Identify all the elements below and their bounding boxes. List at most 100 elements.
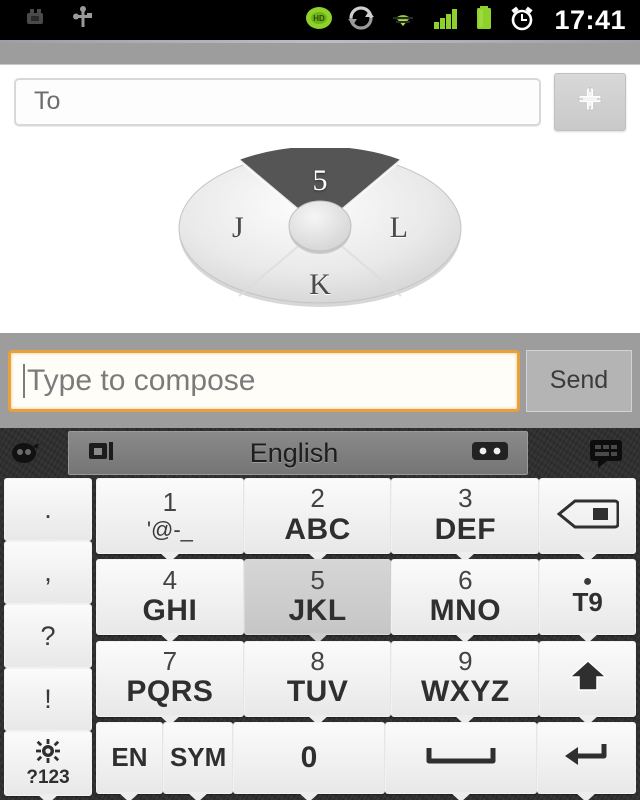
key-4-number: 4 (162, 564, 178, 595)
key-space[interactable] (385, 721, 537, 794)
key-question-label: ? (40, 620, 56, 651)
shift-up-arrow-icon (567, 658, 608, 699)
compose-placeholder: Type to compose (27, 363, 256, 397)
voice-input-icon[interactable] (584, 428, 634, 478)
emoticon-icon[interactable] (469, 438, 511, 469)
key-9-number: 9 (458, 646, 473, 676)
send-button-label: Send (549, 366, 609, 394)
backspace-icon (556, 499, 620, 534)
key-t9[interactable]: ● T9 (539, 559, 637, 636)
language-label: English (249, 437, 339, 468)
settings-circle-icon[interactable] (0, 438, 52, 468)
key-6-number: 6 (458, 564, 473, 595)
keyboard-toolbar: English (0, 428, 640, 478)
key-language[interactable]: EN (96, 721, 163, 794)
usb-icon (70, 5, 96, 36)
key-2[interactable]: 2 ABC (243, 478, 392, 554)
title-band (0, 43, 640, 65)
key-question[interactable]: ? (4, 604, 92, 668)
recipient-row: To (0, 65, 640, 138)
key-1-number: 1 (162, 487, 178, 518)
key-9[interactable]: 9 WXYZ (391, 640, 540, 717)
keypad-row-3: 7 PQRS 8 TUV 9 WXYZ (96, 640, 637, 717)
enter-arrow-icon (562, 740, 610, 775)
key-4-letters: GHI (142, 593, 198, 627)
key-6-letters: MNO (429, 593, 502, 627)
keyboard-mode-icon[interactable] (85, 436, 119, 471)
svg-text:HD: HD (314, 14, 326, 23)
key-5[interactable]: 5 JKL (243, 559, 392, 636)
key-1[interactable]: 1 '@-_ (96, 478, 244, 554)
compose-input[interactable]: Type to compose (8, 349, 520, 412)
radial-option-top[interactable]: 5 (313, 164, 328, 198)
alarm-icon (507, 4, 537, 37)
key-0[interactable]: 0 (233, 721, 386, 794)
key-1-symbols: '@-_ (146, 516, 193, 542)
key-7[interactable]: 7 PQRS (96, 640, 244, 717)
keypad-row-2: 4 GHI 5 JKL 6 MNO ● T9 (96, 559, 637, 636)
key-settings-label: ?123 (26, 766, 70, 788)
key-period-label: . (44, 494, 52, 525)
key-7-letters: PQRS (126, 675, 214, 709)
radial-option-right[interactable]: L (390, 211, 408, 245)
key-0-label: 0 (300, 740, 318, 774)
radial-option-bottom[interactable]: K (309, 268, 331, 302)
status-bar-right-icons: HD 17:41 (304, 4, 640, 37)
key-language-label: EN (111, 742, 148, 773)
keypad-row-1: 1 '@-_ 2 ABC 3 DEF (96, 478, 637, 554)
phone-screen: HD 17:41 To 5 J L K Type to compose Send… (0, 0, 640, 800)
key-8-number: 8 (310, 646, 325, 676)
add-contact-button[interactable] (554, 72, 626, 131)
key-7-number: 7 (162, 646, 178, 676)
keyboard-grid: . , ? ! ?123 1 '@-_ 2 ABC 3 DEF 4 GHI 5 … (0, 478, 640, 800)
punctuation-column: . , ? ! ?123 (4, 478, 92, 796)
radial-selector-area: 5 J L K (0, 138, 640, 333)
sync-icon (347, 5, 375, 36)
data-connection-icon: HD (304, 4, 334, 37)
key-symbols[interactable]: SYM (162, 721, 234, 794)
signal-icon (431, 5, 461, 36)
status-bar-clock: 17:41 (554, 4, 626, 35)
key-3[interactable]: 3 DEF (391, 478, 540, 554)
key-t9-label: T9 (572, 586, 603, 617)
gear-icon (35, 738, 61, 769)
key-2-number: 2 (310, 483, 325, 514)
key-3-letters: DEF (434, 512, 497, 546)
key-exclamation-label: ! (44, 683, 52, 714)
status-bar: HD 17:41 (0, 0, 640, 40)
radial-option-left[interactable]: J (232, 211, 244, 245)
recipient-input[interactable]: To (14, 77, 541, 126)
numeric-keypad: 1 '@-_ 2 ABC 3 DEF 4 GHI 5 JKL 6 MNO ● T… (96, 478, 637, 796)
keypad-bottom-row: EN SYM 0 (96, 721, 636, 796)
recipient-placeholder: To (34, 87, 61, 115)
key-settings[interactable]: ?123 (4, 730, 92, 796)
key-comma-label: , (44, 557, 52, 588)
key-4[interactable]: 4 GHI (96, 559, 244, 636)
battery-icon (474, 4, 494, 37)
key-exclamation[interactable]: ! (4, 667, 92, 731)
key-enter[interactable] (536, 721, 636, 794)
dot-icon: ● (582, 573, 593, 591)
space-bar-icon (425, 742, 497, 773)
key-5-number: 5 (310, 564, 325, 595)
usb-debug-icon (22, 5, 48, 36)
key-2-letters: ABC (284, 512, 351, 546)
send-button[interactable]: Send (526, 349, 632, 412)
plus-icon (573, 82, 607, 121)
key-backspace[interactable] (539, 478, 637, 554)
key-8-letters: TUV (286, 675, 349, 709)
language-strip[interactable]: English (68, 431, 528, 475)
key-6[interactable]: 6 MNO (391, 559, 540, 636)
key-8[interactable]: 8 TUV (243, 640, 392, 717)
key-symbols-label: SYM (169, 742, 227, 773)
key-9-letters: WXYZ (421, 675, 510, 709)
status-bar-left-icons (0, 5, 96, 36)
onscreen-keyboard: English . , ? ! ?123 1 '@-_ 2 ABC 3 DEF … (0, 428, 640, 800)
key-comma[interactable]: , (4, 541, 92, 605)
radial-selector[interactable]: 5 J L K (175, 146, 465, 308)
key-period[interactable]: . (4, 478, 92, 542)
text-caret (23, 363, 25, 398)
key-3-number: 3 (458, 483, 473, 514)
compose-bar: Type to compose Send (0, 333, 640, 428)
key-shift[interactable] (539, 640, 637, 717)
